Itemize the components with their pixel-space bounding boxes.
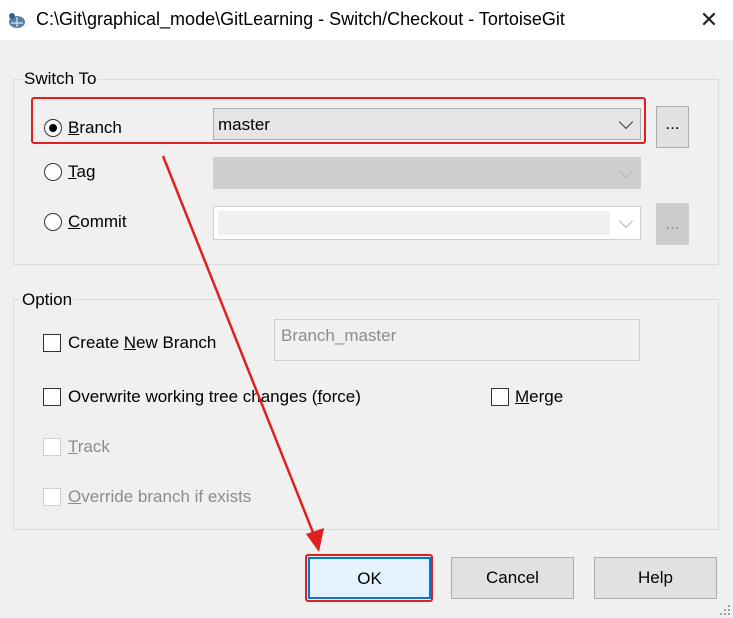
window-title: C:\Git\graphical_mode\GitLearning - Swit… xyxy=(36,9,565,29)
merge-label[interactable]: Merge xyxy=(515,387,563,407)
override-checkbox[interactable] xyxy=(43,488,61,506)
branch-browse-button[interactable]: ... xyxy=(656,106,689,148)
override-label: Override branch if exists xyxy=(68,487,252,506)
overwrite-label[interactable]: Overwrite working tree changes (force) xyxy=(68,387,361,407)
title-bar: C:\Git\graphical_mode\GitLearning - Swit… xyxy=(0,0,733,40)
commit-browse-button[interactable]: ... xyxy=(656,203,689,245)
create-new-branch-label[interactable]: Create New Branch xyxy=(68,333,216,353)
track-label: Track xyxy=(68,437,110,456)
commit-select[interactable] xyxy=(213,206,641,240)
chevron-down-icon xyxy=(618,213,634,229)
chevron-down-icon xyxy=(618,163,634,179)
overwrite-checkbox[interactable] xyxy=(43,388,61,406)
annotation-box-branch xyxy=(31,97,646,144)
tag-select[interactable] xyxy=(213,157,641,189)
merge-checkbox[interactable] xyxy=(491,388,509,406)
create-new-branch-checkbox[interactable] xyxy=(43,334,61,352)
tortoisegit-icon xyxy=(9,13,25,28)
commit-input[interactable] xyxy=(218,211,610,235)
close-icon[interactable]: ✕ xyxy=(694,6,724,34)
switch-to-group-label: Switch To xyxy=(22,69,99,89)
annotation-box-ok xyxy=(305,554,433,602)
commit-radio[interactable] xyxy=(44,213,62,231)
new-branch-name-input[interactable]: Branch_master xyxy=(274,319,640,361)
option-group-label: Option xyxy=(20,290,75,310)
new-branch-name-value: Branch_master xyxy=(281,326,397,345)
help-button[interactable]: Help xyxy=(594,557,717,599)
tag-radio-label[interactable]: Tag xyxy=(68,162,95,182)
cancel-button[interactable]: Cancel xyxy=(451,557,574,599)
tag-radio[interactable] xyxy=(44,163,62,181)
commit-radio-label[interactable]: Commit xyxy=(68,212,127,232)
resize-grip-icon[interactable] xyxy=(719,604,731,616)
track-checkbox[interactable] xyxy=(43,438,61,456)
